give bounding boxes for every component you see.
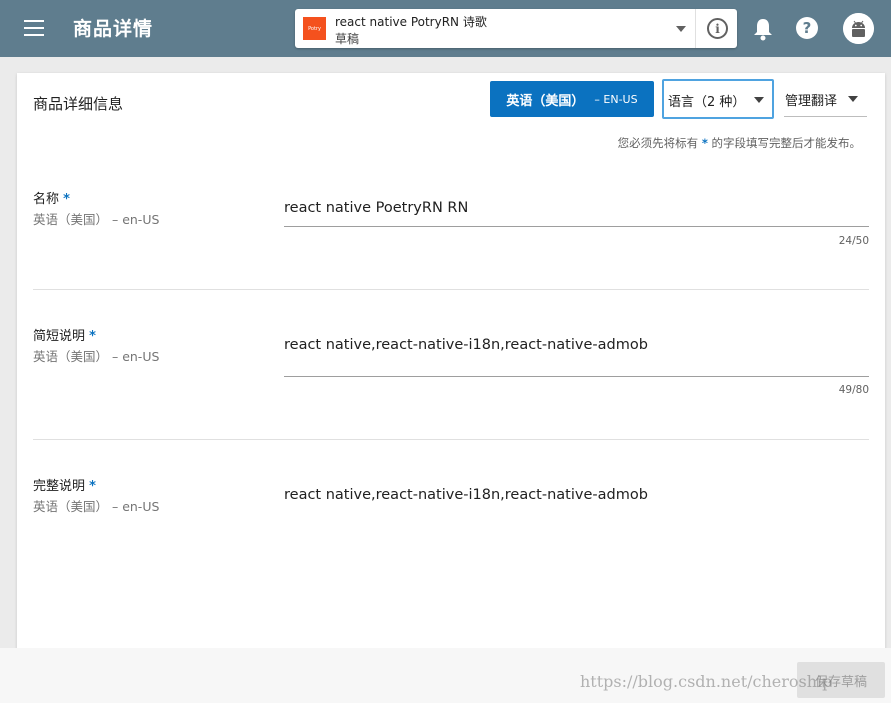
notice-text-after: 的字段填写完整后才能发布。 xyxy=(711,136,862,150)
section-divider xyxy=(33,439,869,440)
help-icon[interactable]: ? xyxy=(796,17,818,39)
language-button[interactable]: 英语（美国） – EN-US xyxy=(490,81,654,117)
required-fields-notice: 您必须先将标有 * 的字段填写完整后才能发布。 xyxy=(618,135,861,151)
name-char-counter: 24/50 xyxy=(838,235,869,247)
name-input-underline xyxy=(284,226,869,227)
product-details-card: 商品详细信息 英语（美国） – EN-US 语言（2 种） 管理翻译 您必须先将… xyxy=(17,73,885,653)
short-desc-label-text: 简短说明 xyxy=(33,329,86,344)
short-desc-field-locale: 英语（美国） – en-US xyxy=(33,349,160,364)
full-desc-field-label: 完整说明 * xyxy=(33,475,96,494)
full-desc-label-text: 完整说明 xyxy=(33,479,86,494)
page-title: 商品详情 xyxy=(73,18,154,40)
required-star: * xyxy=(89,479,96,494)
app-name: react native PotryRN 诗歌 xyxy=(335,15,487,29)
name-field-locale: 英语（美国） – en-US xyxy=(33,212,160,227)
short-desc-char-counter: 49/80 xyxy=(838,384,869,396)
short-desc-input[interactable]: react native,react-native-i18n,react-nat… xyxy=(284,337,869,353)
notice-text-before: 您必须先将标有 xyxy=(617,136,699,150)
app-selector-divider xyxy=(695,9,696,48)
full-desc-field-locale: 英语（美国） – en-US xyxy=(33,499,160,514)
android-avatar-icon[interactable] xyxy=(843,13,874,44)
name-input[interactable]: react native PoetryRN RN xyxy=(284,200,869,216)
manage-translation-menu[interactable]: 管理翻译 xyxy=(784,85,867,117)
short-desc-field-label: 简短说明 * xyxy=(33,325,96,344)
language-button-label: 英语（美国） xyxy=(506,93,585,109)
language-select-value: 语言（2 种） xyxy=(668,95,746,110)
app-logo-text: Potry xyxy=(308,25,321,32)
top-app-bar: 商品详情 Potry react native PotryRN 诗歌 草稿 i … xyxy=(0,0,891,57)
section-divider xyxy=(33,289,869,290)
chevron-down-icon xyxy=(754,97,764,103)
card-title: 商品详细信息 xyxy=(33,95,124,113)
menu-icon[interactable] xyxy=(24,20,44,36)
app-status: 草稿 xyxy=(335,32,360,46)
short-desc-input-underline xyxy=(284,376,869,377)
app-logo-icon: Potry xyxy=(303,17,326,40)
language-select[interactable]: 语言（2 种） xyxy=(662,79,774,119)
name-label-text: 名称 xyxy=(33,192,60,207)
notice-star: * xyxy=(701,136,708,150)
required-star: * xyxy=(63,192,70,207)
name-field-label: 名称 * xyxy=(33,188,70,207)
full-desc-textarea[interactable]: react native,react-native-i18n,react-nat… xyxy=(284,487,869,503)
chevron-down-icon[interactable] xyxy=(676,26,686,32)
app-selector[interactable]: Potry react native PotryRN 诗歌 草稿 i xyxy=(295,9,737,48)
watermark-text: https://blog.csdn.net/cheroship xyxy=(580,672,833,691)
language-button-code: – EN-US xyxy=(594,92,638,106)
info-icon[interactable]: i xyxy=(707,18,728,39)
bell-icon[interactable] xyxy=(752,17,774,41)
manage-translation-label: 管理翻译 xyxy=(785,94,838,109)
chevron-down-icon xyxy=(848,96,858,102)
required-star: * xyxy=(89,329,96,344)
